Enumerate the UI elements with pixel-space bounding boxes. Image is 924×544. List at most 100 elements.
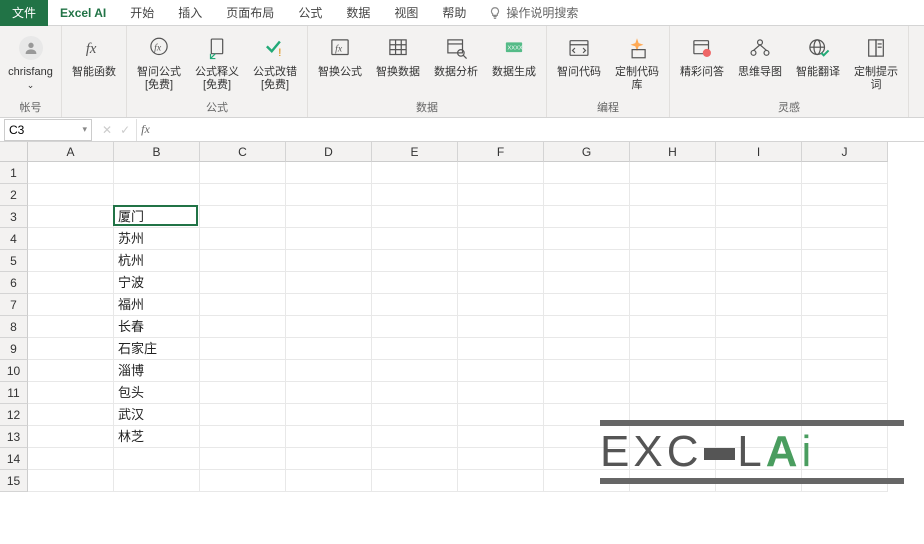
row-header-10[interactable]: 10 [0, 360, 28, 382]
cell-I14[interactable] [716, 448, 802, 470]
cell-F15[interactable] [458, 470, 544, 492]
cell-D9[interactable] [286, 338, 372, 360]
row-header-6[interactable]: 6 [0, 272, 28, 294]
cell-H14[interactable] [630, 448, 716, 470]
tab-file[interactable]: 文件 [0, 0, 48, 26]
cell-H8[interactable] [630, 316, 716, 338]
fx-icon[interactable]: fx [137, 122, 161, 137]
cell-J2[interactable] [802, 184, 888, 206]
cell-A11[interactable] [28, 382, 114, 404]
cell-F1[interactable] [458, 162, 544, 184]
cell-I10[interactable] [716, 360, 802, 382]
cell-F12[interactable] [458, 404, 544, 426]
cell-D14[interactable] [286, 448, 372, 470]
column-header-B[interactable]: B [114, 142, 200, 162]
cell-G3[interactable] [544, 206, 630, 228]
cell-I11[interactable] [716, 382, 802, 404]
cell-E3[interactable] [372, 206, 458, 228]
cell-G4[interactable] [544, 228, 630, 250]
cell-J12[interactable] [802, 404, 888, 426]
column-header-C[interactable]: C [200, 142, 286, 162]
cell-G15[interactable] [544, 470, 630, 492]
ribbon-btn-定制代码库[interactable]: 定制代码库 [611, 30, 663, 92]
cell-C4[interactable] [200, 228, 286, 250]
ribbon-btn-数据生成[interactable]: XXXX数据生成 [488, 30, 540, 79]
cell-C11[interactable] [200, 382, 286, 404]
cell-A8[interactable] [28, 316, 114, 338]
cell-E6[interactable] [372, 272, 458, 294]
ribbon-btn-思维导图[interactable]: 思维导图 [734, 30, 786, 79]
cell-J5[interactable] [802, 250, 888, 272]
cancel-icon[interactable]: ✕ [102, 123, 112, 137]
cell-A13[interactable] [28, 426, 114, 448]
cell-G8[interactable] [544, 316, 630, 338]
cell-A15[interactable] [28, 470, 114, 492]
cell-E8[interactable] [372, 316, 458, 338]
cell-I9[interactable] [716, 338, 802, 360]
cell-H12[interactable] [630, 404, 716, 426]
cell-H15[interactable] [630, 470, 716, 492]
cell-J14[interactable] [802, 448, 888, 470]
cell-G1[interactable] [544, 162, 630, 184]
tab-视图[interactable]: 视图 [382, 0, 430, 26]
cell-F14[interactable] [458, 448, 544, 470]
cell-B3[interactable]: 厦门 [114, 206, 200, 228]
column-header-E[interactable]: E [372, 142, 458, 162]
ribbon-btn-公式释义[interactable]: 公式释义[免费] [191, 30, 243, 92]
cell-C5[interactable] [200, 250, 286, 272]
cell-H4[interactable] [630, 228, 716, 250]
cell-B11[interactable]: 包头 [114, 382, 200, 404]
cell-E13[interactable] [372, 426, 458, 448]
row-header-3[interactable]: 3 [0, 206, 28, 228]
cell-D7[interactable] [286, 294, 372, 316]
cell-G11[interactable] [544, 382, 630, 404]
cell-J7[interactable] [802, 294, 888, 316]
cell-C3[interactable] [200, 206, 286, 228]
cell-C13[interactable] [200, 426, 286, 448]
cell-D12[interactable] [286, 404, 372, 426]
row-header-14[interactable]: 14 [0, 448, 28, 470]
cell-G6[interactable] [544, 272, 630, 294]
cell-I5[interactable] [716, 250, 802, 272]
cell-B13[interactable]: 林芝 [114, 426, 200, 448]
tab-帮助[interactable]: 帮助 [430, 0, 478, 26]
cell-E10[interactable] [372, 360, 458, 382]
cell-J11[interactable] [802, 382, 888, 404]
cell-I13[interactable] [716, 426, 802, 448]
row-header-13[interactable]: 13 [0, 426, 28, 448]
ribbon-btn-数据分析[interactable]: 数据分析 [430, 30, 482, 79]
ribbon-btn-精彩问答[interactable]: 精彩问答 [676, 30, 728, 79]
cell-A4[interactable] [28, 228, 114, 250]
cell-F11[interactable] [458, 382, 544, 404]
cell-A5[interactable] [28, 250, 114, 272]
tab-开始[interactable]: 开始 [118, 0, 166, 26]
cell-G14[interactable] [544, 448, 630, 470]
cell-I3[interactable] [716, 206, 802, 228]
row-header-7[interactable]: 7 [0, 294, 28, 316]
cell-D4[interactable] [286, 228, 372, 250]
cell-G2[interactable] [544, 184, 630, 206]
cell-H6[interactable] [630, 272, 716, 294]
cell-D15[interactable] [286, 470, 372, 492]
cell-J6[interactable] [802, 272, 888, 294]
column-header-J[interactable]: J [802, 142, 888, 162]
row-header-5[interactable]: 5 [0, 250, 28, 272]
select-all-corner[interactable] [0, 142, 28, 162]
cell-B4[interactable]: 苏州 [114, 228, 200, 250]
cell-F5[interactable] [458, 250, 544, 272]
cell-B7[interactable]: 福州 [114, 294, 200, 316]
cell-J4[interactable] [802, 228, 888, 250]
cell-E1[interactable] [372, 162, 458, 184]
cell-I4[interactable] [716, 228, 802, 250]
cell-A7[interactable] [28, 294, 114, 316]
cell-H11[interactable] [630, 382, 716, 404]
row-header-8[interactable]: 8 [0, 316, 28, 338]
cell-F3[interactable] [458, 206, 544, 228]
row-header-15[interactable]: 15 [0, 470, 28, 492]
cell-C8[interactable] [200, 316, 286, 338]
row-header-11[interactable]: 11 [0, 382, 28, 404]
cell-E7[interactable] [372, 294, 458, 316]
tell-me-search[interactable]: 操作说明搜索 [478, 4, 588, 21]
formula-input[interactable] [161, 119, 924, 141]
tab-公式[interactable]: 公式 [286, 0, 334, 26]
